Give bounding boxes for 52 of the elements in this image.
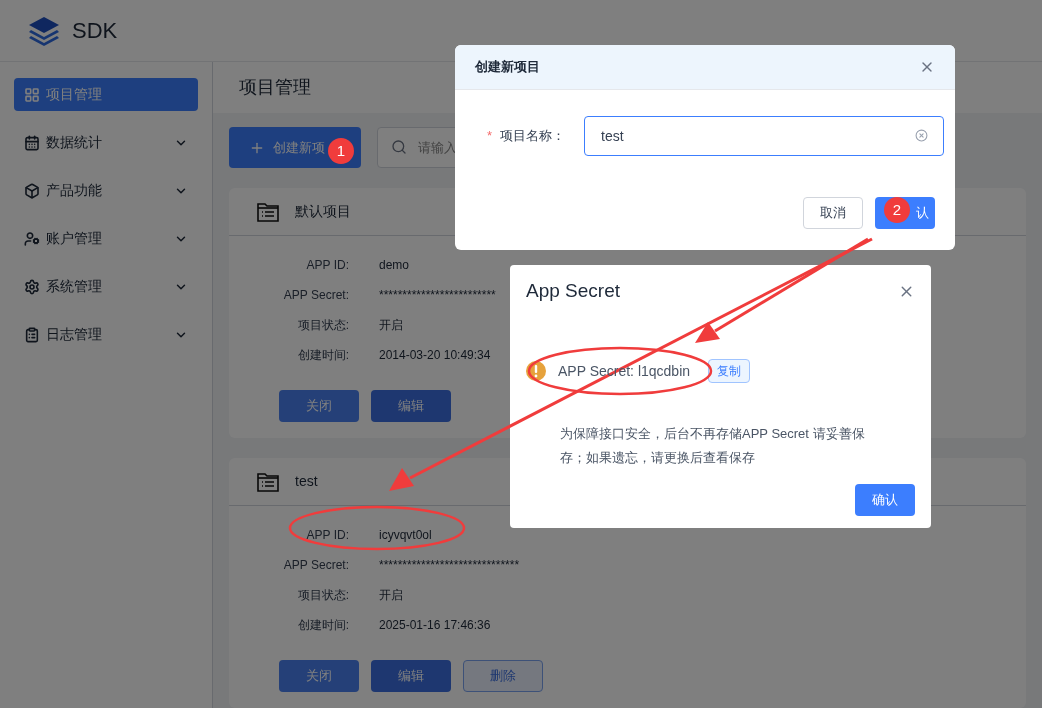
warning-icon bbox=[526, 361, 546, 381]
project-name-input[interactable]: test bbox=[584, 116, 945, 156]
field-label: APP Secret: bbox=[282, 557, 349, 574]
field-value: ************************* bbox=[379, 287, 496, 304]
project-title: test bbox=[295, 472, 318, 491]
confirm-button[interactable]: 确认 bbox=[855, 484, 915, 516]
delete-button[interactable]: 删除 bbox=[463, 660, 543, 692]
folder-list-icon bbox=[257, 201, 279, 222]
field-value: icyvqvt0ol bbox=[379, 527, 432, 544]
layers-logo-icon bbox=[28, 15, 60, 46]
sidebar-item[interactable]: 系统管理 bbox=[14, 270, 198, 303]
security-note: 为保障接口安全，后台不再存储APP Secret 请妥善保存；如果遗忘，请更换后查看保存 bbox=[560, 425, 866, 467]
sidebar-item[interactable]: 项目管理 bbox=[14, 78, 198, 111]
field-label: 创建时间: bbox=[296, 617, 349, 634]
sidebar-item[interactable]: 账户管理 bbox=[14, 222, 198, 255]
clipboard-icon bbox=[24, 326, 40, 343]
field-value: 2014-03-20 10:49:34 bbox=[379, 347, 491, 364]
sidebar-item[interactable]: 日志管理 bbox=[14, 318, 198, 351]
settings-icon bbox=[24, 278, 40, 295]
required-mark: * bbox=[487, 127, 493, 146]
cancel-button[interactable]: 取消 bbox=[803, 197, 863, 229]
grid-icon bbox=[24, 86, 40, 103]
field-value: 开启 bbox=[379, 587, 403, 604]
project-title: 默认项目 bbox=[295, 202, 351, 221]
sidebar-item[interactable]: 数据统计 bbox=[14, 126, 198, 159]
field-value: demo bbox=[379, 257, 410, 274]
field-label: 项目状态: bbox=[296, 317, 349, 334]
search-icon bbox=[391, 139, 407, 155]
field-label: APP ID: bbox=[305, 257, 349, 274]
field-label: 项目名称： bbox=[500, 127, 567, 146]
calendar-icon bbox=[24, 134, 40, 151]
field-label: APP Secret: bbox=[282, 287, 349, 304]
copy-button[interactable]: 复制 bbox=[708, 359, 751, 383]
card-button[interactable]: 编辑 bbox=[371, 660, 451, 692]
user-gear-icon bbox=[24, 230, 40, 247]
field-label: APP ID: bbox=[305, 527, 349, 544]
field-value: ****************************** bbox=[379, 557, 520, 574]
field-label: 项目状态: bbox=[296, 587, 349, 604]
card-button[interactable]: 编辑 bbox=[371, 390, 451, 422]
page-title: 项目管理 bbox=[239, 76, 311, 99]
field-value: 2025-01-16 17:46:36 bbox=[379, 617, 491, 634]
dialog-title: App Secret bbox=[526, 278, 620, 303]
sidebar-item[interactable]: 产品功能 bbox=[14, 174, 198, 207]
card-button[interactable]: 关闭 bbox=[279, 390, 359, 422]
field-value: 开启 bbox=[379, 317, 403, 334]
card-button[interactable]: 关闭 bbox=[279, 660, 359, 692]
folder-list-icon bbox=[257, 471, 279, 492]
field-label: 创建时间: bbox=[296, 347, 349, 364]
clear-icon[interactable] bbox=[915, 129, 929, 142]
cube-icon bbox=[24, 182, 40, 199]
dialog-title: 创建新项目 bbox=[475, 58, 540, 77]
app-logo-text: SDK bbox=[72, 17, 118, 45]
